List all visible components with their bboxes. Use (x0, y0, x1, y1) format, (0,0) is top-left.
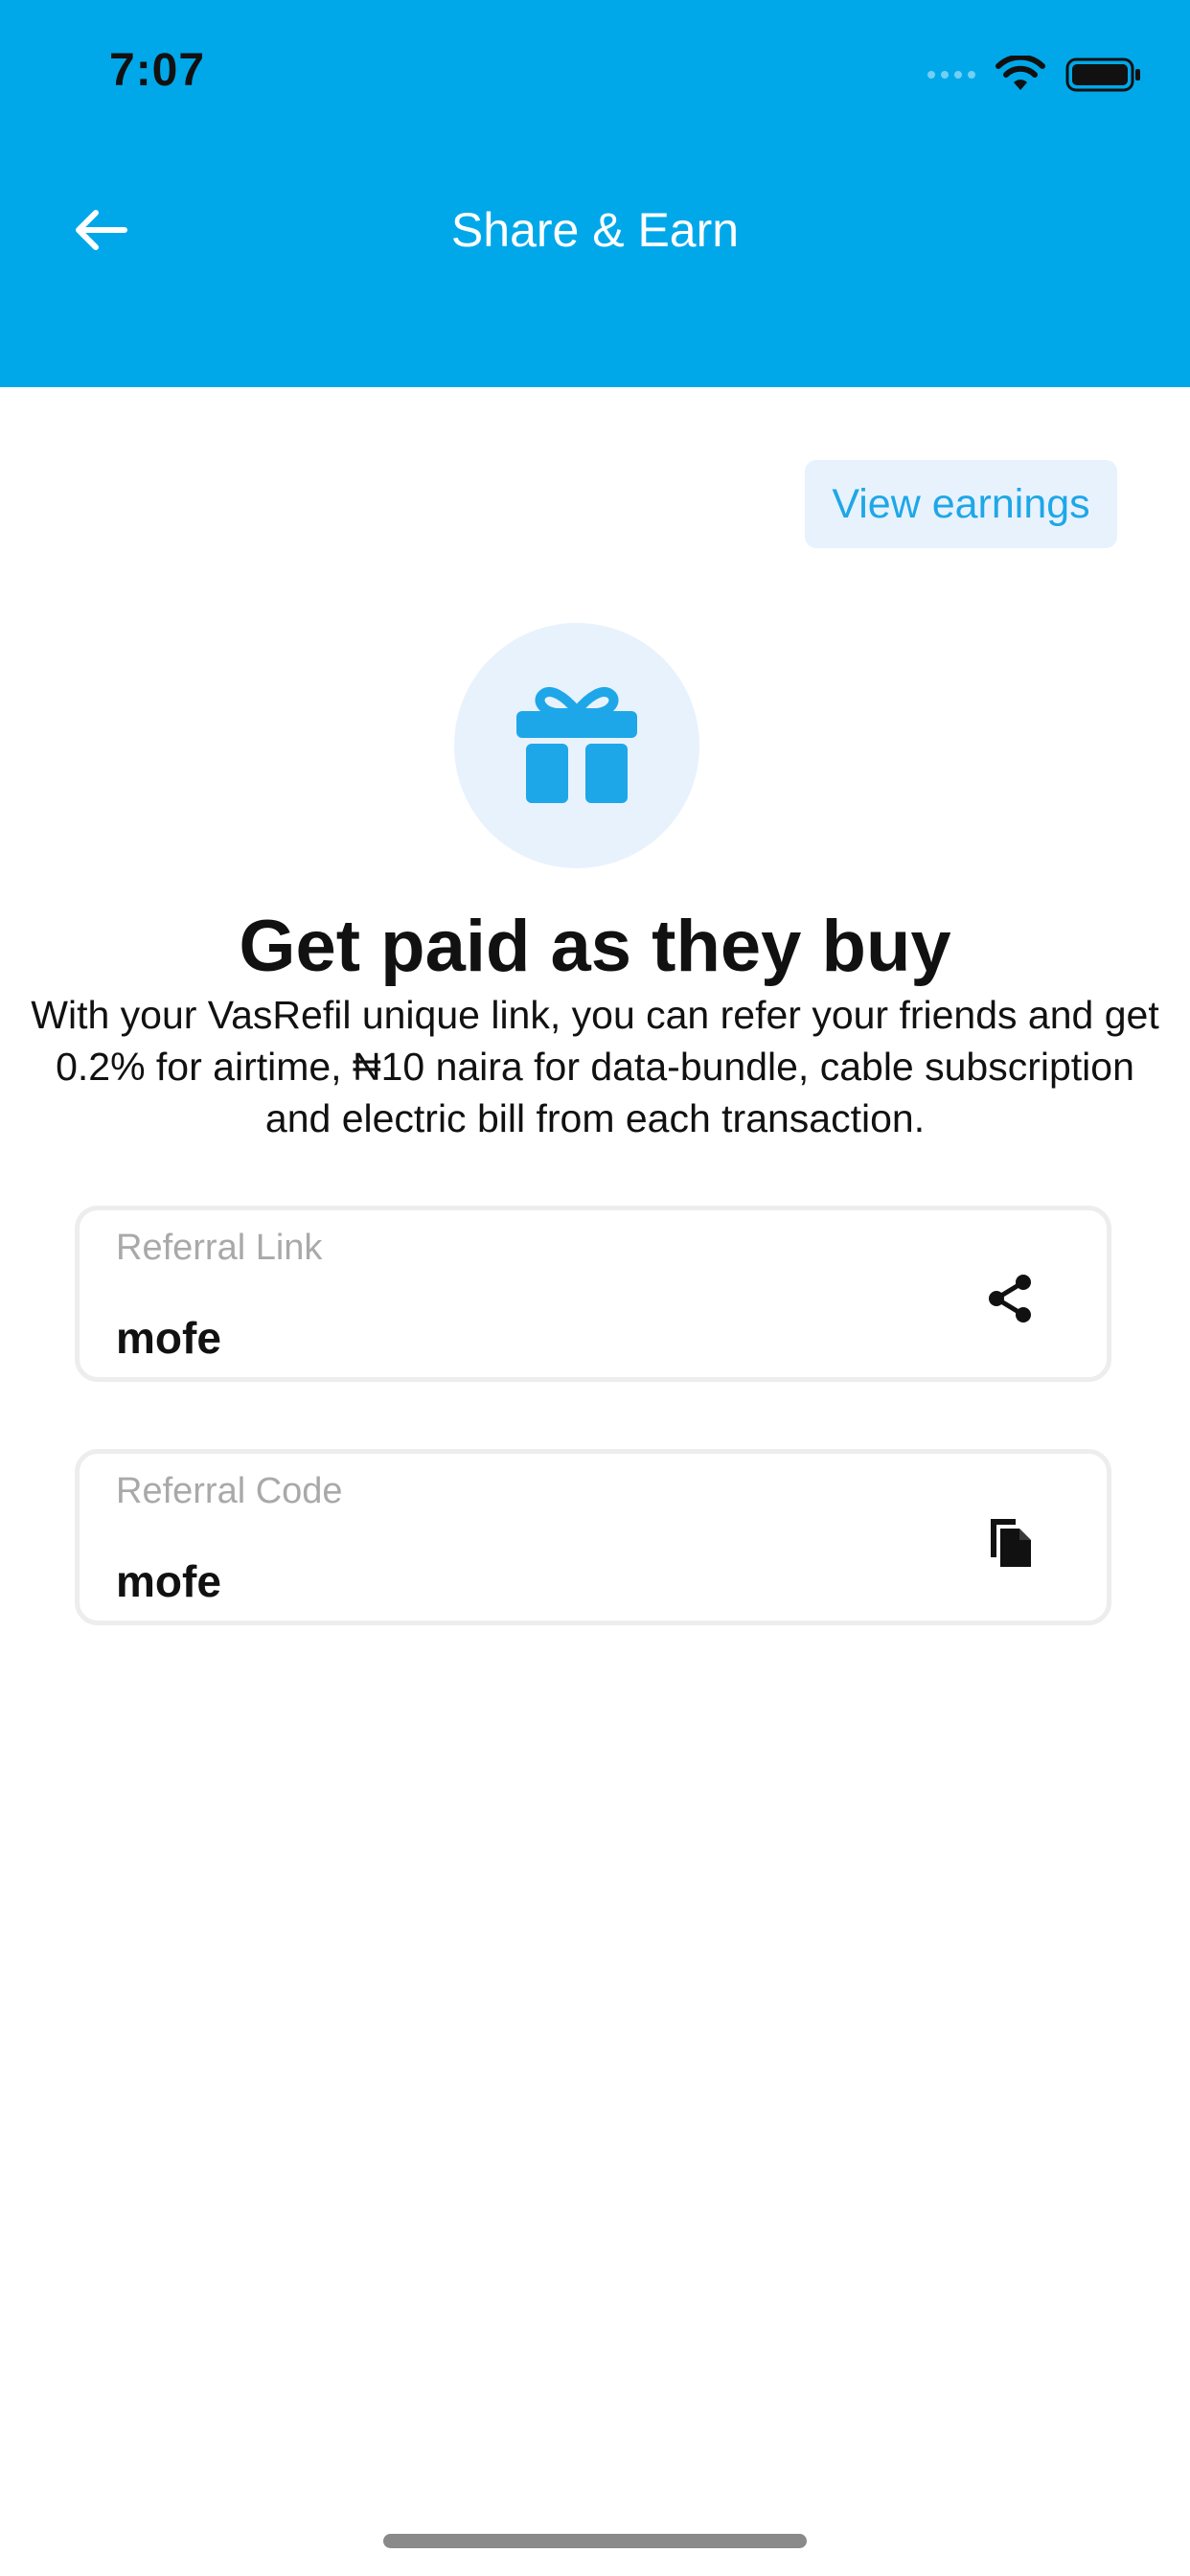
view-earnings-button[interactable]: View earnings (805, 460, 1117, 548)
share-icon (989, 1275, 1031, 1322)
home-indicator (383, 2534, 807, 2548)
copy-icon (991, 1519, 1031, 1567)
referral-link-field[interactable]: Referral Link mofe (75, 1206, 1111, 1382)
share-button[interactable] (980, 1268, 1041, 1329)
cellular-signal-icon (927, 71, 975, 79)
status-icons (927, 56, 1142, 94)
battery-icon (1065, 58, 1140, 92)
app-header: 7:07 Share & Earn (0, 0, 1190, 387)
gift-badge (454, 623, 699, 868)
page-title: Share & Earn (450, 203, 740, 257)
referral-code-value: mofe (116, 1556, 221, 1606)
copy-button[interactable] (980, 1511, 1041, 1573)
hero-description: With your VasRefil unique link, you can … (31, 993, 1159, 1140)
referral-link-label: Referral Link (116, 1228, 323, 1268)
gift-icon (516, 687, 637, 803)
status-time: 7:07 (109, 45, 206, 96)
wifi-icon (995, 56, 1045, 90)
hero-headline: Get paid as they buy (239, 906, 951, 987)
referral-code-label: Referral Code (116, 1471, 343, 1511)
referral-link-value: mofe (116, 1313, 221, 1363)
referral-code-field[interactable]: Referral Code mofe (75, 1449, 1111, 1625)
